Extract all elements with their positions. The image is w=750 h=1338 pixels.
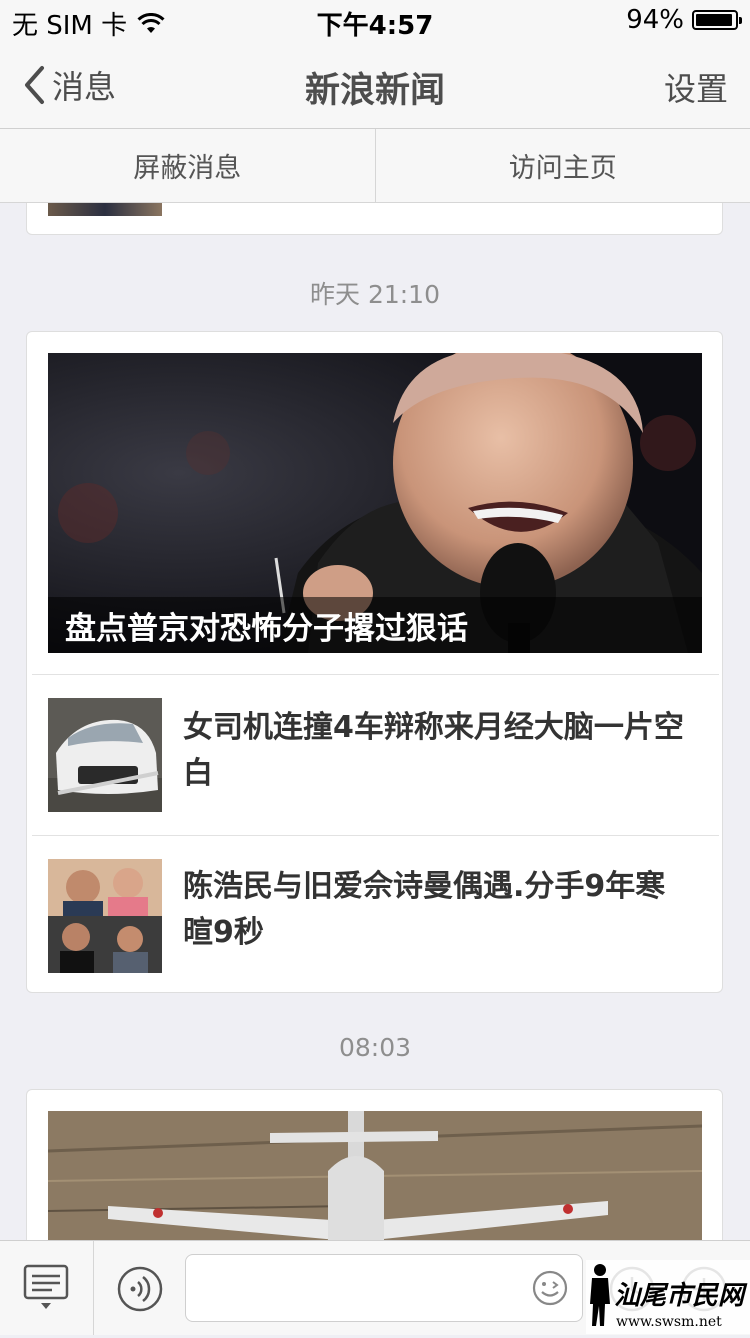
news-item-title: 女司机连撞4车辩称来月经大脑一片空白 bbox=[183, 705, 693, 797]
watermark-url: www.swsm.net bbox=[616, 1314, 722, 1330]
message-timestamp: 08:03 bbox=[0, 1033, 750, 1062]
visit-homepage-button[interactable]: 访问主页 bbox=[376, 129, 750, 202]
hero-article[interactable] bbox=[48, 1111, 702, 1240]
battery-fill bbox=[696, 14, 732, 26]
emoji-icon[interactable] bbox=[531, 1269, 569, 1307]
hero-caption: 盘点普京对恐怖分子撂过狠话 bbox=[48, 597, 702, 653]
status-bar: 无 SIM 卡 下午4:57 94% bbox=[0, 0, 750, 40]
news-thumbnail bbox=[48, 698, 162, 812]
menu-keyboard-icon[interactable] bbox=[22, 1263, 70, 1311]
message-timestamp: 昨天 21:10 bbox=[0, 275, 750, 311]
page-title: 新浪新闻 bbox=[0, 62, 750, 113]
news-card: 盘点普京对恐怖分子撂过狠话 女司机连撞4车辩称来月经大脑一片空白 bbox=[26, 331, 723, 993]
battery-group: 94% bbox=[626, 5, 738, 35]
hero-article[interactable]: 盘点普京对恐怖分子撂过狠话 bbox=[48, 353, 702, 653]
input-bar-divider bbox=[93, 1241, 94, 1335]
voice-icon[interactable] bbox=[116, 1265, 164, 1313]
watermark-text: 汕尾市民网 bbox=[614, 1281, 748, 1311]
battery-percent: 94% bbox=[626, 5, 684, 35]
message-list[interactable]: 昨天 21:10 bbox=[0, 202, 750, 1240]
news-card bbox=[26, 1089, 723, 1240]
battery-icon bbox=[692, 10, 738, 30]
previous-message-card[interactable] bbox=[26, 202, 723, 235]
hero-image bbox=[48, 1111, 702, 1240]
news-item-title: 陈浩民与旧爱佘诗曼偶遇.分手9年寒暄9秒 bbox=[183, 864, 693, 956]
message-input[interactable] bbox=[185, 1254, 583, 1322]
news-item[interactable]: 陈浩民与旧爱佘诗曼偶遇.分手9年寒暄9秒 bbox=[32, 835, 719, 993]
news-thumbnail bbox=[48, 859, 162, 973]
block-messages-button[interactable]: 屏蔽消息 bbox=[0, 129, 375, 202]
settings-button[interactable]: 设置 bbox=[664, 64, 728, 110]
watermark-logo: 汕尾市民网 www.swsm.net bbox=[586, 1260, 750, 1334]
previous-thumbnail bbox=[48, 203, 162, 216]
navigation-bar: 消息 新浪新闻 设置 bbox=[0, 40, 750, 129]
action-bar: 屏蔽消息 访问主页 bbox=[0, 129, 750, 203]
news-item[interactable]: 女司机连撞4车辩称来月经大脑一片空白 bbox=[32, 674, 719, 835]
